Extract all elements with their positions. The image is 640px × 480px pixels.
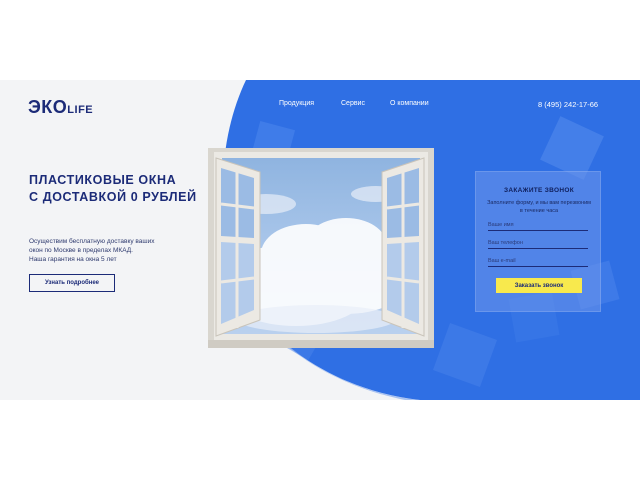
hero-section: ЭКОLIFE Продукция Сервис О компании 8 (4… — [0, 80, 640, 400]
logo-main: ЭКО — [28, 97, 68, 117]
callback-form: ЗАКАЖИТЕ ЗВОНОК Заполните форму, и мы ва… — [475, 171, 601, 312]
description-line-3: Наша гарантия на окна 5 лет — [29, 256, 117, 263]
description-line-2: окон по Москве в пределах МКАД. — [29, 247, 133, 254]
header-phone[interactable]: 8 (495) 242-17-66 — [538, 100, 598, 109]
form-subtitle: Заполните форму, и мы вам перезвоним в т… — [487, 200, 591, 214]
nav-item-products[interactable]: Продукция — [279, 100, 314, 107]
headline-line-2: С ДОСТАВКОЙ 0 РУБЛЕЙ — [29, 190, 197, 204]
hero-description: Осуществим бесплатную доставку ваших око… — [29, 237, 199, 264]
headline-line-1: ПЛАСТИКОВЫЕ ОКНА — [29, 173, 177, 187]
window-illustration — [208, 148, 434, 348]
learn-more-button[interactable]: Узнать подробнее — [29, 274, 115, 292]
nav-item-about[interactable]: О компании — [390, 100, 429, 107]
phone-field[interactable] — [488, 238, 588, 249]
email-field[interactable] — [488, 256, 588, 267]
logo[interactable]: ЭКОLIFE — [28, 97, 93, 118]
hero-headline: ПЛАСТИКОВЫЕ ОКНА С ДОСТАВКОЙ 0 РУБЛЕЙ — [29, 172, 229, 206]
logo-suffix: LIFE — [67, 104, 94, 116]
order-call-button[interactable]: Заказать звонок — [496, 278, 582, 293]
nav-item-service[interactable]: Сервис — [341, 100, 365, 107]
form-title: ЗАКАЖИТЕ ЗВОНОК — [504, 187, 574, 194]
name-field[interactable] — [488, 220, 588, 231]
description-line-1: Осуществим бесплатную доставку ваших — [29, 238, 155, 245]
